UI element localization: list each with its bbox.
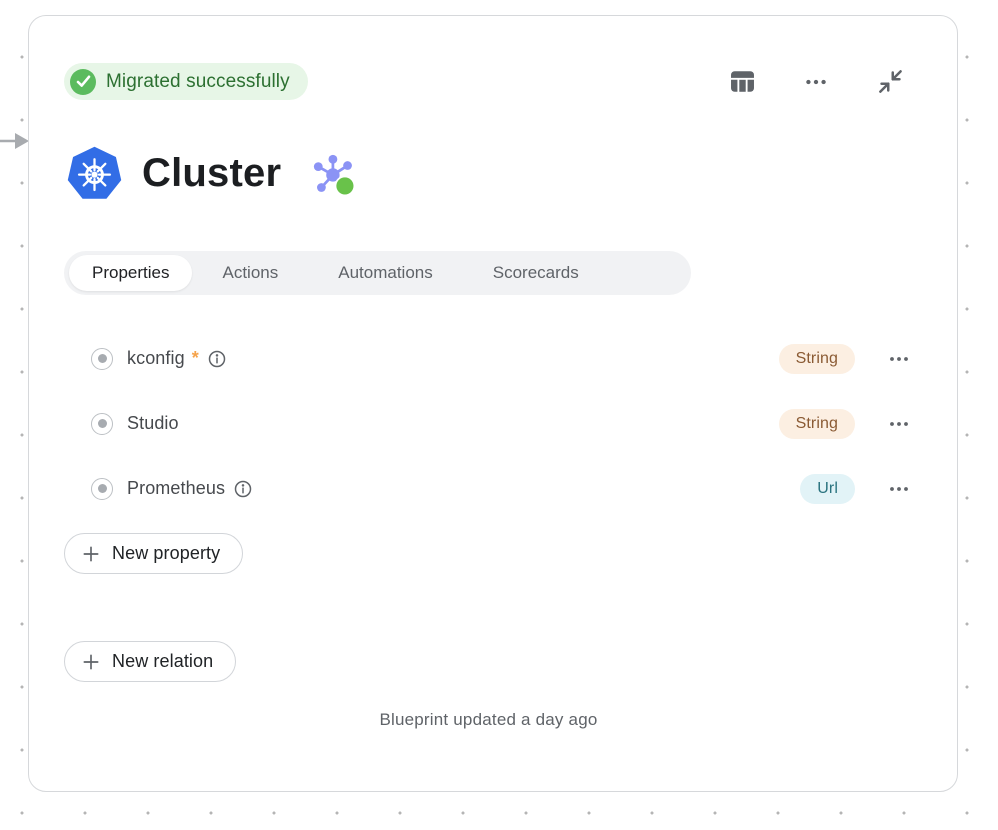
property-menu-button[interactable] [885,475,913,503]
property-menu-button[interactable] [885,410,913,438]
tab-automations[interactable]: Automations [308,255,463,291]
check-circle-icon [70,69,96,95]
tab-bar: Properties Actions Automations Scorecard… [64,251,691,295]
info-button[interactable] [207,349,227,369]
kubernetes-icon [66,145,123,202]
tab-properties[interactable]: Properties [69,255,192,291]
property-radio-icon [91,413,113,435]
tab-scorecards[interactable]: Scorecards [463,255,609,291]
property-name: Prometheus [127,478,225,499]
more-options-icon [887,477,911,501]
blueprint-card: Migrated successfully [28,15,958,792]
required-asterisk: * [192,348,199,369]
columns-icon [728,67,757,96]
card-header-bar: Migrated successfully [64,63,913,100]
collapse-icon [877,68,904,95]
new-relation-button[interactable]: New relation [64,641,236,682]
info-icon [207,349,227,369]
more-options-button[interactable] [801,67,831,97]
plus-icon [81,652,101,672]
more-options-icon [887,412,911,436]
card-toolbar [727,67,905,97]
title-row: Cluster [66,145,913,202]
property-menu-button[interactable] [885,345,913,373]
info-icon [233,479,253,499]
property-radio-icon [91,478,113,500]
collapse-button[interactable] [875,67,905,97]
page-title: Cluster [142,151,281,196]
property-type-badge: Url [800,474,855,504]
edge-arrow-icon [0,129,30,153]
property-type-badge: String [779,344,855,374]
property-row-prometheus[interactable]: Prometheus Url [64,456,913,521]
more-options-icon [887,347,911,371]
status-badge-label: Migrated successfully [106,71,290,93]
new-property-button[interactable]: New property [64,533,243,574]
property-type-badge: String [779,409,855,439]
property-row-kconfig[interactable]: kconfig * String [64,326,913,391]
blueprint-updated-status: Blueprint updated a day ago [64,710,913,730]
new-property-label: New property [112,543,220,564]
properties-list: kconfig * String [64,326,913,521]
property-name: kconfig [127,348,185,369]
columns-view-button[interactable] [727,67,757,97]
status-badge: Migrated successfully [64,63,308,100]
property-name: Studio [127,413,179,434]
graph-view-button[interactable] [312,153,358,202]
tab-actions[interactable]: Actions [192,255,308,291]
graph-icon [312,153,358,199]
property-row-studio[interactable]: Studio String [64,391,913,456]
info-button[interactable] [233,479,253,499]
plus-icon [81,544,101,564]
new-relation-label: New relation [112,651,213,672]
more-options-icon [803,69,829,95]
property-radio-icon [91,348,113,370]
